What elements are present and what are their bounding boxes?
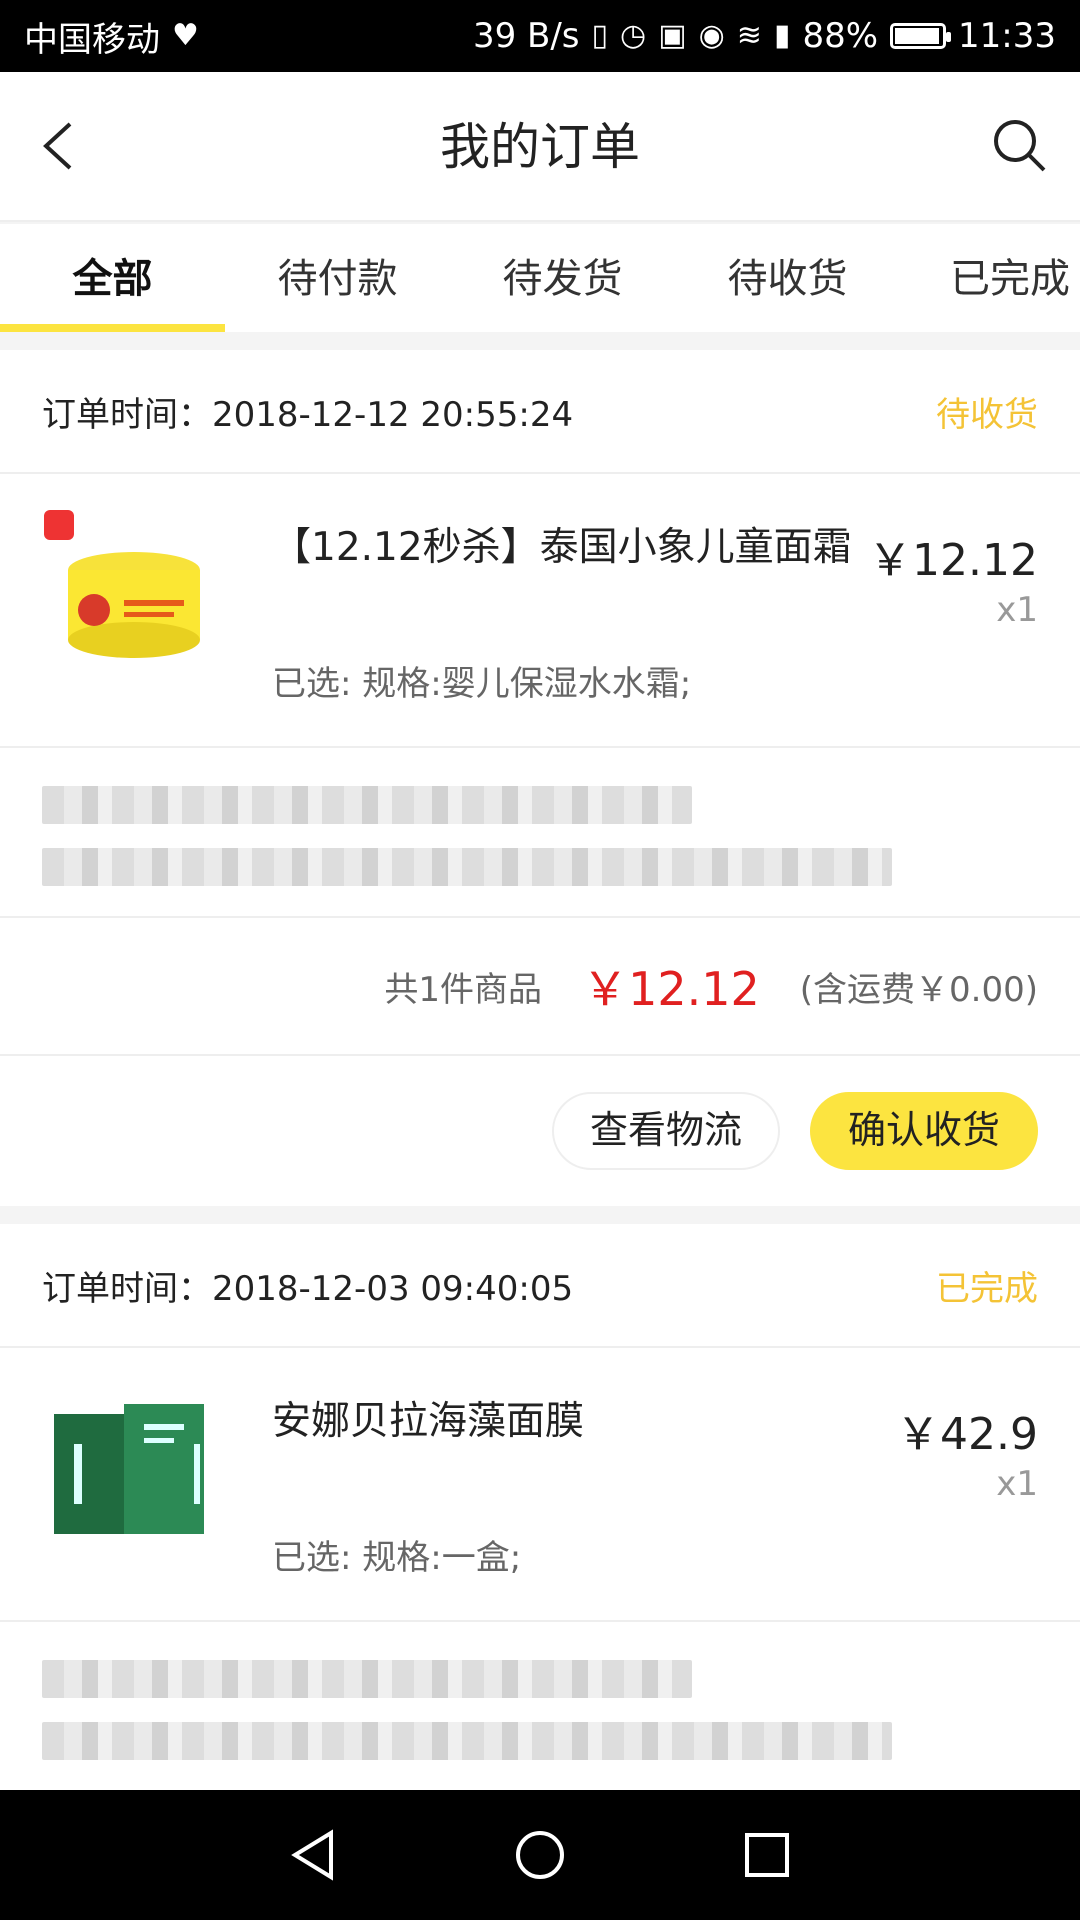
tab-completed[interactable]: 已完成 <box>900 224 1080 332</box>
clock: 11:33 <box>958 16 1056 56</box>
tab-label: 待收货 <box>727 256 848 302</box>
hd-icon: ▣ <box>658 18 687 53</box>
order-card[interactable]: 订单时间：2018-12-03 09:40:05 已完成 安娜贝拉海藻面膜 ￥4… <box>0 1224 1080 1792</box>
product-price: ￥42.9 <box>896 1409 1038 1460</box>
tab-label: 已完成 <box>950 256 1070 302</box>
tab-pending-shipment[interactable]: 待发货 <box>450 224 675 332</box>
order-item[interactable]: 安娜贝拉海藻面膜 ￥42.9 x1 已选: 规格:一盒; <box>0 1348 1080 1622</box>
order-time: 订单时间：2018-12-03 09:40:05 <box>42 1261 573 1310</box>
wifi-icon: ≋ <box>736 18 762 53</box>
product-price: ￥12.12 <box>868 535 1038 586</box>
blurred-text <box>42 848 892 886</box>
order-time-label: 订单时间： <box>42 394 212 435</box>
alarm-icon: ◷ <box>620 18 647 53</box>
status-bar: 中国移动 ♥ 39 B/s ▯ ◷ ▣ ◉ ≋ ▮ 88% 11:33 <box>0 0 1080 72</box>
product-spec: 已选: 规格:婴儿保湿水水霜; <box>272 664 692 704</box>
recents-square-icon[interactable] <box>739 1827 795 1883</box>
product-quantity: x1 <box>996 590 1038 630</box>
active-tab-indicator <box>0 324 225 332</box>
order-time-label: 订单时间： <box>42 1268 212 1309</box>
order-time-value: 2018-12-03 09:40:05 <box>212 1268 574 1309</box>
order-actions: 查看物流 确认收货 <box>0 1056 1080 1206</box>
back-triangle-icon[interactable] <box>285 1827 341 1883</box>
eye-icon: ◉ <box>698 18 725 53</box>
product-image-cream-jar <box>44 510 200 658</box>
order-list: 订单时间：2018-12-12 20:55:24 待收货 【12.12秒杀】泰国… <box>0 350 1080 1810</box>
order-summary: 共1件商品 ￥12.12 (含运费￥0.00) <box>0 918 1080 1056</box>
order-time: 订单时间：2018-12-12 20:55:24 <box>42 387 573 436</box>
order-status: 待收货 <box>936 394 1038 435</box>
home-circle-icon[interactable] <box>512 1827 568 1883</box>
order-card[interactable]: 订单时间：2018-12-12 20:55:24 待收货 【12.12秒杀】泰国… <box>0 350 1080 1206</box>
tab-all[interactable]: 全部 <box>0 224 225 332</box>
top-navbar: 我的订单 <box>0 72 1080 222</box>
view-logistics-button[interactable]: 查看物流 <box>551 1092 780 1170</box>
tab-label: 待发货 <box>502 256 623 302</box>
item-count: 共1件商品 <box>384 969 543 1010</box>
product-name: 【12.12秒杀】泰国小象儿童面霜 <box>272 525 852 570</box>
confirm-receipt-button[interactable]: 确认收货 <box>809 1092 1038 1170</box>
blurred-text <box>42 786 692 824</box>
order-item[interactable]: 【12.12秒杀】泰国小象儿童面霜 ￥12.12 x1 已选: 规格:婴儿保湿水… <box>0 474 1080 748</box>
battery-percent: 88% <box>802 16 879 56</box>
battery-icon <box>890 23 952 49</box>
product-name: 安娜贝拉海藻面膜 <box>272 1399 585 1444</box>
order-header: 订单时间：2018-12-12 20:55:24 待收货 <box>0 350 1080 474</box>
shipping-address-blurred <box>0 748 1080 918</box>
system-navigation-bar <box>0 1790 1080 1920</box>
tab-pending-payment[interactable]: 待付款 <box>225 224 450 332</box>
search-icon[interactable] <box>990 116 1050 176</box>
blurred-text <box>42 1660 692 1698</box>
order-status-tabs: 全部 待付款 待发货 待收货 已完成 <box>0 224 1080 332</box>
order-total: ￥12.12 <box>582 962 760 1016</box>
tab-label: 全部 <box>72 256 153 302</box>
vibrate-icon: ▯ <box>591 18 609 53</box>
shipping-fee: (含运费￥0.00) <box>799 969 1038 1010</box>
order-header: 订单时间：2018-12-03 09:40:05 已完成 <box>0 1224 1080 1348</box>
signal-icon: ▮ <box>773 18 791 53</box>
blurred-text <box>42 1722 892 1760</box>
tab-label: 待付款 <box>277 256 398 302</box>
carrier-label: 中国移动 <box>24 19 160 60</box>
product-quantity: x1 <box>996 1464 1038 1504</box>
heart-icon: ♥ <box>172 18 199 53</box>
net-speed: 39 B/s <box>472 16 580 56</box>
tab-pending-receipt[interactable]: 待收货 <box>675 224 900 332</box>
shipping-address-blurred <box>0 1622 1080 1792</box>
product-image-face-mask-box <box>54 1404 204 1534</box>
page-title: 我的订单 <box>440 118 640 176</box>
order-status: 已完成 <box>936 1268 1038 1309</box>
order-time-value: 2018-12-12 20:55:24 <box>212 394 574 435</box>
product-spec: 已选: 规格:一盒; <box>272 1538 522 1578</box>
